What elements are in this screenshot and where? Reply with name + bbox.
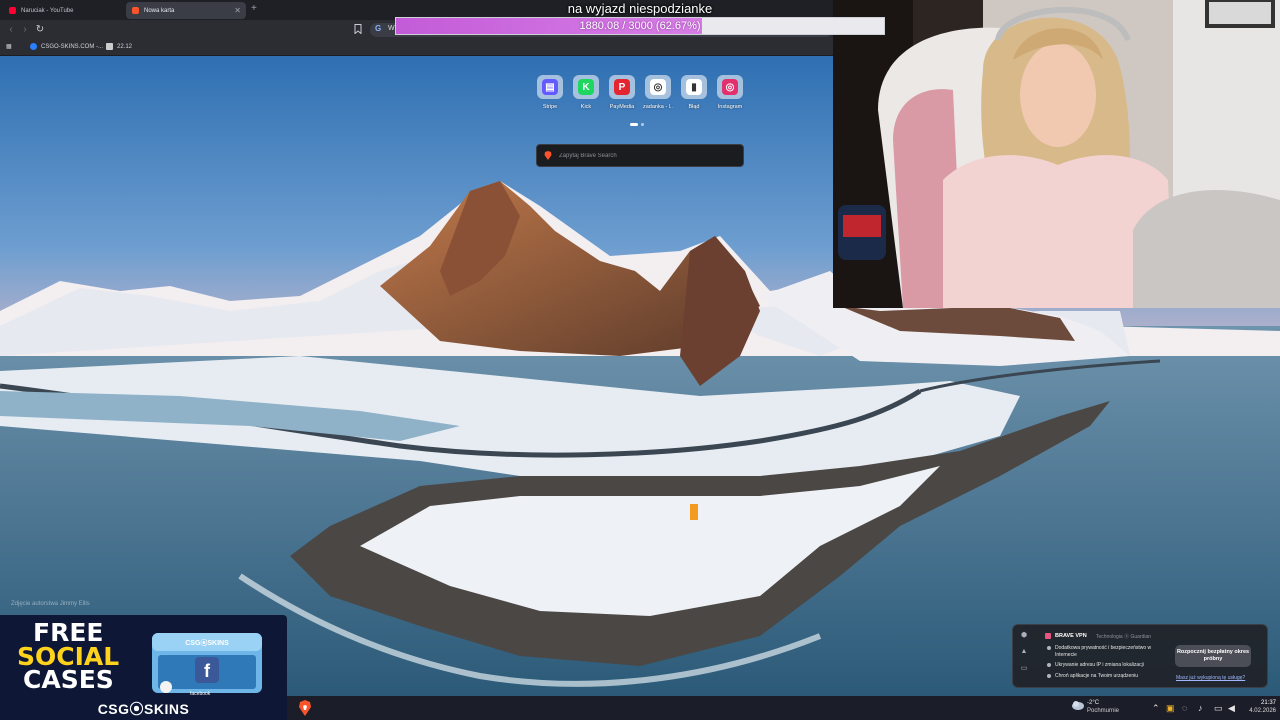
reload-icon[interactable]: ↻: [34, 24, 46, 35]
clock-time[interactable]: 21:37: [1240, 700, 1276, 706]
check-icon: [1047, 663, 1051, 667]
warning-icon[interactable]: ▲: [1019, 648, 1029, 655]
vpn-feature-text: Chroń aplikacje na Twoim urządzeniu: [1055, 673, 1139, 679]
shortcut-tile[interactable]: ◎ Instagram: [715, 75, 745, 110]
shortcut-label: Instagram: [717, 104, 743, 110]
bookmark-label: 22.12: [117, 43, 133, 50]
shortcut-tile[interactable]: ◎ zadanka - l...: [643, 75, 673, 110]
paymedia-icon: P: [614, 79, 630, 95]
tray-app-icon[interactable]: ▣: [1166, 703, 1175, 714]
shortcut-tile[interactable]: P PayMedia: [607, 75, 637, 110]
shortcut-icon-frame: P: [609, 75, 635, 99]
vpn-feature-text: Ukrywanie adresu IP i zmiana lokalizacji: [1055, 662, 1144, 668]
csgo-skins-ad-banner[interactable]: FREE SOCIAL CASES f CSG⦿SKINS facebook C…: [0, 615, 287, 720]
donation-goal-progress-text: 1880.08 / 3000 (62.67%): [579, 20, 701, 32]
shortcut-icon-frame: ▮: [681, 75, 707, 99]
vpn-feature-item: Chroń aplikacje na Twoim urządzeniu: [1047, 673, 1165, 680]
new-tab-button[interactable]: +: [251, 3, 257, 14]
ad-brand: CSG⦿SKINS: [97, 701, 190, 717]
tray-display-icon[interactable]: ▭: [1214, 703, 1223, 714]
search-input[interactable]: [559, 149, 739, 163]
svg-text:f: f: [204, 661, 211, 681]
shortcut-icon-frame: K: [573, 75, 599, 99]
kick-icon: K: [578, 79, 594, 95]
bookmark-csgo-skins[interactable]: CSGO-SKINS.COM -...: [30, 43, 103, 50]
cloud-icon: [1072, 701, 1084, 710]
brave-search-box[interactable]: [536, 144, 744, 167]
stripe-icon: ▤: [542, 79, 558, 95]
check-icon: [1047, 646, 1051, 650]
svg-text:CSG⦿SKINS: CSG⦿SKINS: [185, 638, 229, 647]
bookmarks-bar: ▦ CSGO-SKINS.COM -... 22.12: [0, 40, 833, 56]
bookmark-22-12[interactable]: 22.12: [106, 43, 132, 50]
shortcut-tile[interactable]: ▮ Błąd: [679, 75, 709, 110]
shortcut-label: Stripe: [542, 104, 558, 110]
brave-vpn-logo-icon: [1045, 633, 1051, 639]
webcam-feed: [833, 0, 1280, 308]
address-text: W: [388, 25, 395, 32]
close-tab-icon[interactable]: ✕: [234, 6, 241, 15]
vpn-feature-text: Dodatkowa prywatność i bezpieczeństwo w …: [1055, 645, 1152, 658]
pagination-dots[interactable]: [630, 123, 644, 126]
chart-icon: ▮: [686, 79, 702, 95]
tab-label: Nowa karta: [144, 7, 175, 14]
instagram-icon: ◎: [722, 79, 738, 95]
tray-microphone-icon[interactable]: ♪: [1198, 703, 1203, 713]
start-free-trial-button[interactable]: Rozpocznij bezpłatny okres próbny: [1175, 645, 1251, 667]
check-icon: [1047, 674, 1051, 678]
csgo-skins-favicon-icon: [30, 43, 37, 50]
brave-lion-icon: [544, 151, 552, 160]
back-icon[interactable]: ‹: [5, 24, 17, 35]
donation-goal-title: na wyjazd niespodzianke: [567, 1, 713, 16]
tab-youtube[interactable]: Naruciak - YouTube: [3, 2, 123, 19]
shortcut-icon-frame: ◎: [717, 75, 743, 99]
windows-taskbar: [287, 696, 1280, 720]
vpn-title: BRAVE VPN: [1045, 633, 1087, 639]
svg-text:facebook: facebook: [190, 691, 211, 697]
apps-grid-icon[interactable]: ▦: [6, 43, 12, 50]
ad-line-cases: CASES: [23, 665, 114, 694]
tab-label: Naruciak - YouTube: [21, 7, 74, 14]
vpn-provider: Technologia ⓖ Guardian: [1096, 634, 1152, 640]
shield-icon[interactable]: ⬢: [1019, 631, 1029, 639]
weather-description[interactable]: Pochmurnie: [1087, 708, 1119, 714]
shortcut-label: Błąd: [688, 104, 700, 110]
vpn-side-icons: ⬢ ▲ ▭: [1019, 631, 1029, 681]
already-purchased-link[interactable]: Masz już wykupioną tę usługę?: [1176, 675, 1245, 681]
google-icon: G: [375, 24, 382, 33]
bookmark-icon[interactable]: [354, 24, 362, 34]
page-favicon-icon: [106, 43, 113, 50]
forward-icon[interactable]: ›: [19, 24, 31, 35]
case-chest-icon: f CSG⦿SKINS facebook: [152, 633, 262, 697]
donation-goal-bar: 1880.08 / 3000 (62.67%): [395, 17, 885, 35]
vpn-title-text: BRAVE VPN: [1055, 633, 1087, 639]
zadanka-icon: ◎: [650, 79, 666, 95]
photo-credit[interactable]: Zdjęcie autorstwa Jimmy Ellis: [11, 601, 90, 607]
shortcut-label: zadanka - l...: [643, 104, 673, 110]
shortcut-icon-frame: ▤: [537, 75, 563, 99]
screen: Naruciak - YouTube Nowa karta ✕ + ‹ › ↻ …: [0, 0, 1280, 720]
shortcut-tile[interactable]: ▤ Stripe: [535, 75, 565, 110]
vpn-feature-item: Ukrywanie adresu IP i zmiana lokalizacji: [1047, 662, 1165, 669]
shortcut-tile[interactable]: K Kick: [571, 75, 601, 110]
weather-temperature[interactable]: -2°C: [1087, 700, 1099, 706]
clock-date[interactable]: 4.02.2026: [1240, 708, 1276, 714]
tray-chevron-up-icon[interactable]: ⌃: [1152, 703, 1160, 714]
tab-new-tab[interactable]: Nowa karta ✕: [126, 2, 246, 19]
youtube-favicon-icon: [9, 7, 16, 14]
shortcut-label: PayMedia: [609, 104, 635, 110]
bookmark-label: CSGO-SKINS.COM -...: [41, 43, 104, 50]
brave-favicon-icon: [132, 7, 139, 14]
brave-vpn-notification: ⬢ ▲ ▭ BRAVE VPN Technologia ⓖ Guardian D…: [1012, 624, 1268, 688]
tray-volume-icon[interactable]: ◀: [1228, 703, 1235, 714]
vpn-feature-item: Dodatkowa prywatność i bezpieczeństwo w …: [1047, 645, 1155, 659]
tray-network-icon[interactable]: ◌: [1182, 703, 1187, 713]
shortcut-label: Kick: [580, 104, 592, 110]
wallet-icon[interactable]: ▭: [1019, 664, 1029, 672]
brave-taskbar-icon[interactable]: [298, 700, 312, 716]
shortcut-icon-frame: ◎: [645, 75, 671, 99]
